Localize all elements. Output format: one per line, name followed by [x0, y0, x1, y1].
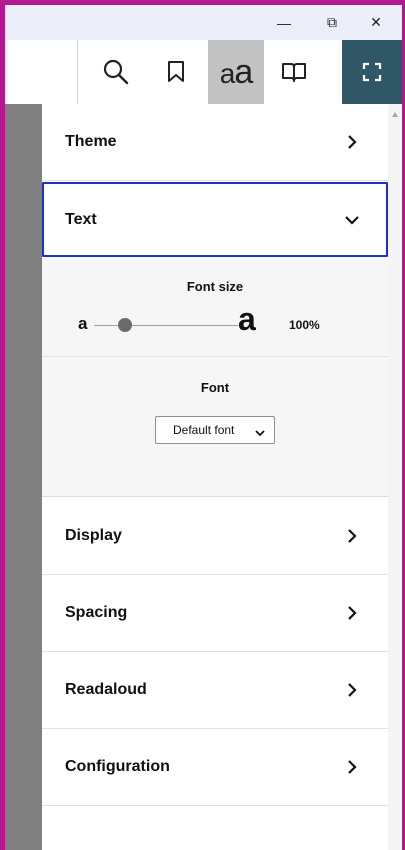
book-icon: [282, 63, 306, 82]
slider-min-label: a: [78, 314, 88, 333]
font-size-label: Font size: [186, 279, 244, 294]
bookmark-button[interactable]: [149, 40, 203, 104]
restore-icon: ⧉: [327, 14, 337, 30]
text-section-header[interactable]: Text: [42, 182, 388, 257]
section-label: Configuration: [65, 758, 170, 775]
chevron-down-icon: [342, 210, 362, 230]
close-icon: ✕: [370, 14, 382, 30]
restore-button[interactable]: ⧉: [311, 5, 353, 40]
text-settings-content: Font size a a 100% Font Default font: [42, 257, 388, 497]
font-size-slider[interactable]: [94, 325, 238, 326]
panel-scrollbar[interactable]: [388, 104, 402, 850]
section-label: Theme: [65, 133, 117, 150]
contents-button[interactable]: [267, 40, 321, 104]
chevron-down-icon: [255, 426, 265, 440]
font-label: Font: [200, 380, 230, 395]
bookmark-icon: [168, 61, 184, 82]
settings-panel: Theme Text Font size a a 100% Font Defau…: [42, 104, 388, 850]
chevron-right-icon: [342, 603, 362, 623]
fullscreen-icon: [362, 62, 382, 82]
app-window: — ⧉ ✕ aa Theme Text Font size a a 100% F…: [0, 0, 405, 850]
scroll-up-icon[interactable]: [392, 112, 398, 117]
chevron-right-icon: [342, 680, 362, 700]
section-label: Display: [65, 527, 122, 544]
text-settings-button[interactable]: aa: [208, 40, 264, 104]
font-size-slider-thumb[interactable]: [118, 318, 132, 332]
section-label: Spacing: [65, 604, 128, 621]
reader-toolbar: aa: [5, 40, 402, 104]
chevron-right-icon: [342, 526, 362, 546]
toolbar-divider: [77, 40, 78, 104]
close-button[interactable]: ✕: [355, 5, 397, 40]
readaloud-section-header[interactable]: Readaloud: [42, 652, 388, 729]
search-icon: [103, 59, 129, 85]
display-section-header[interactable]: Display: [42, 498, 388, 575]
font-size-value: 100%: [289, 318, 320, 332]
divider: [42, 356, 388, 357]
chevron-right-icon: [342, 132, 362, 152]
slider-max-label: a: [238, 301, 256, 337]
search-button[interactable]: [89, 40, 143, 104]
title-bar: — ⧉ ✕: [5, 5, 402, 40]
theme-section-header[interactable]: Theme: [42, 104, 388, 181]
font-select-value: Default font: [173, 423, 235, 437]
configuration-section-header[interactable]: Configuration: [42, 729, 388, 806]
spacing-section-header[interactable]: Spacing: [42, 575, 388, 652]
minimize-icon: —: [277, 14, 291, 31]
minimize-button[interactable]: —: [263, 5, 305, 40]
page-content-edge: [5, 104, 42, 850]
text-size-icon: aa: [219, 52, 253, 91]
font-select[interactable]: Default font: [155, 416, 275, 444]
section-label: Readaloud: [65, 681, 147, 698]
chevron-right-icon: [342, 757, 362, 777]
section-label: Text: [65, 210, 97, 228]
fullscreen-button[interactable]: [342, 40, 402, 104]
